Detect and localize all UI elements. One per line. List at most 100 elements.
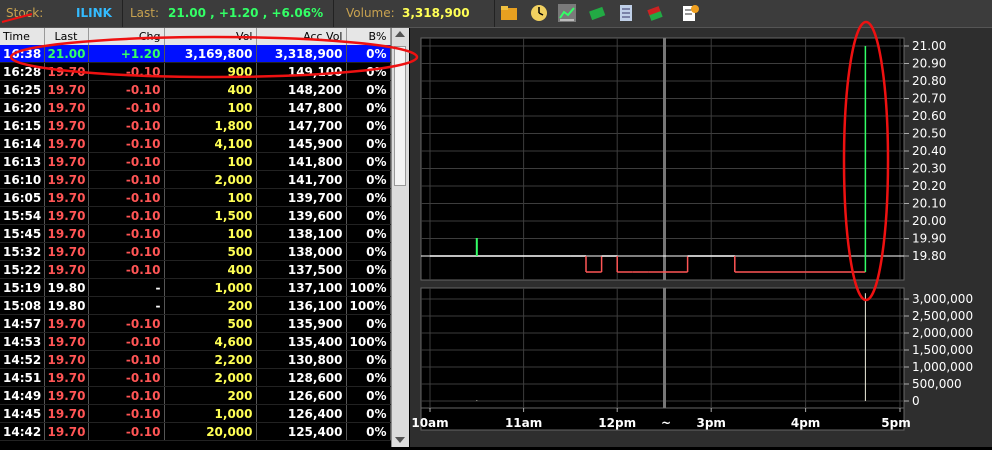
cell-acc-vol: 3,318,900 (256, 45, 347, 63)
col-acc-vol[interactable]: Acc Vol (256, 28, 347, 45)
table-row[interactable]: 16:13 19.70 -0.10 100 141,800 0% (0, 152, 391, 171)
cell-last: 19.80 (44, 296, 89, 315)
cell-time: 14:51 (0, 368, 45, 387)
cell-vol: 100 (164, 224, 257, 243)
cell-time: 16:38 (0, 45, 45, 63)
cell-last: 19.70 (44, 332, 89, 351)
cell-b-percent: 0% (346, 134, 391, 153)
col-vol[interactable]: Vol (164, 28, 257, 45)
table-row[interactable]: 16:10 19.70 -0.10 2,000 141,700 0% (0, 170, 391, 189)
table-row[interactable]: 15:22 19.70 -0.10 400 137,500 0% (0, 260, 391, 279)
cell-vol: 4,100 (164, 134, 257, 153)
intraday-chart[interactable]: 21.00 20.90 20.80 20.70 20.60 20.50 20.40 20.30… (410, 28, 992, 447)
cell-last: 19.70 (44, 350, 89, 369)
cell-b-percent: 0% (346, 386, 391, 405)
cell-b-percent: 0% (346, 404, 391, 423)
table-row[interactable]: 16:15 19.70 -0.10 1,800 147,700 0% (0, 116, 391, 135)
table-row[interactable]: 14:51 19.70 -0.10 2,000 128,600 0% (0, 368, 391, 387)
money-icon[interactable] (588, 4, 606, 22)
table-row[interactable]: 14:49 19.70 -0.10 200 126,600 0% (0, 386, 391, 405)
cell-b-percent: 0% (346, 152, 391, 171)
last-value: 21.00 , +1.20 , +6.06% (168, 6, 324, 20)
document-icon[interactable] (617, 4, 635, 22)
table-row[interactable]: 14:52 19.70 -0.10 2,200 130,800 0% (0, 350, 391, 369)
cell-b-percent: 0% (346, 188, 391, 207)
last-label: Last: (130, 6, 160, 20)
stock-label: Stock: (6, 6, 44, 20)
cell-chg: -0.10 (88, 260, 165, 279)
cell-b-percent: 0% (346, 62, 391, 81)
cell-chg: -0.10 (88, 80, 165, 99)
table-row[interactable]: 15:19 19.80-1,000 137,100 100% (0, 278, 391, 297)
time-tick-label: 12pm (598, 416, 636, 430)
table-scrollbar[interactable] (391, 28, 409, 447)
cell-chg: -0.10 (88, 206, 165, 225)
table-row[interactable]: 16:14 19.70 -0.10 4,100 145,900 0% (0, 134, 391, 153)
price-tick-label: 20.90 (912, 57, 946, 71)
notes-icon[interactable] (681, 4, 699, 22)
cell-b-percent: 0% (346, 224, 391, 243)
cell-b-percent: 0% (346, 98, 391, 117)
table-row[interactable]: 14:53 19.70 -0.10 4,600 135,400 100% (0, 332, 391, 351)
price-tick-label: 20.80 (912, 74, 946, 88)
time-tick-label: 5pm (881, 416, 910, 430)
table-row[interactable]: 15:32 19.70 -0.10 500 138,000 0% (0, 242, 391, 261)
table-row[interactable]: 16:20 19.70 -0.10 100 147,800 0% (0, 98, 391, 117)
table-row[interactable]: 16:28 19.70 -0.10 900 149,100 0% (0, 62, 391, 81)
col-last[interactable]: Last (44, 28, 89, 45)
cell-b-percent: 0% (346, 170, 391, 189)
scroll-up-icon[interactable] (395, 31, 405, 37)
session-break (663, 38, 666, 280)
table-header-row: Time Last Chg Vol Acc Vol B% (0, 28, 391, 45)
cell-chg: -0.10 (88, 314, 165, 333)
folder-icon[interactable] (500, 4, 518, 22)
col-chg[interactable]: Chg (88, 28, 165, 45)
cell-chg: -0.10 (88, 242, 165, 261)
cell-time: 14:53 (0, 332, 45, 351)
cell-vol: 3,169,800 (164, 45, 257, 63)
table-row[interactable]: 16:05 19.70 -0.10 100 139,700 0% (0, 188, 391, 207)
cell-vol: 1,500 (164, 206, 257, 225)
chart-panel: 21.00 20.90 20.80 20.70 20.60 20.50 20.40 20.30… (410, 28, 992, 447)
cell-last: 19.70 (44, 152, 89, 171)
volume-value: 3,318,900 (402, 6, 470, 20)
col-time[interactable]: Time (0, 28, 45, 45)
cell-acc-vol: 147,800 (256, 98, 347, 117)
cell-acc-vol: 130,800 (256, 350, 347, 369)
table-row[interactable]: 15:08 19.80-200 136,100 100% (0, 296, 391, 315)
top-toolbar: Stock: ILINK Last: 21.00 , +1.20 , +6.06… (0, 0, 992, 28)
cell-last: 19.70 (44, 98, 89, 117)
cell-acc-vol: 135,900 (256, 314, 347, 333)
cell-last: 19.70 (44, 170, 89, 189)
cell-acc-vol: 128,600 (256, 368, 347, 387)
table-row[interactable]: 15:45 19.70 -0.10 100 138,100 0% (0, 224, 391, 243)
table-row[interactable]: 14:57 19.70 -0.10 500 135,900 0% (0, 314, 391, 333)
table-row[interactable]: 15:54 19.70 -0.10 1,500 139,600 0% (0, 206, 391, 225)
clock-icon[interactable] (530, 4, 548, 22)
volume-tick-label: 2,000,000 (912, 326, 973, 340)
volume-tick-label: 0 (912, 394, 920, 408)
cell-b-percent: 0% (346, 422, 391, 441)
table-row[interactable]: 16:25 19.70 -0.10 400 148,200 0% (0, 80, 391, 99)
cell-chg: -0.10 (88, 98, 165, 117)
volume-label: Volume: (346, 6, 395, 20)
cell-acc-vol: 126,600 (256, 386, 347, 405)
volume-tick-label: 3,000,000 (912, 292, 973, 306)
table-row[interactable]: 14:42 19.70 -0.10 20,000 125,400 0% (0, 422, 391, 441)
table-row[interactable]: 14:45 19.70 -0.10 1,000 126,400 0% (0, 404, 391, 423)
table-row[interactable]: 16:38 21.00 +1.20 3,169,800 3,318,900 0% (0, 45, 391, 63)
cell-vol: 2,000 (164, 170, 257, 189)
cell-vol: 20,000 (164, 422, 257, 441)
cell-chg: -0.10 (88, 134, 165, 153)
cell-last: 19.70 (44, 80, 89, 99)
chart-icon[interactable] (558, 4, 576, 22)
cell-chg: - (88, 296, 165, 315)
cell-vol: 900 (164, 62, 257, 81)
cell-last: 19.70 (44, 116, 89, 135)
stock-symbol[interactable]: ILINK (76, 6, 112, 20)
transfer-icon[interactable] (646, 4, 664, 22)
scroll-thumb[interactable] (394, 46, 406, 186)
scroll-down-icon[interactable] (395, 437, 405, 443)
cell-time: 15:32 (0, 242, 45, 261)
col-b-percent[interactable]: B% (346, 28, 391, 45)
